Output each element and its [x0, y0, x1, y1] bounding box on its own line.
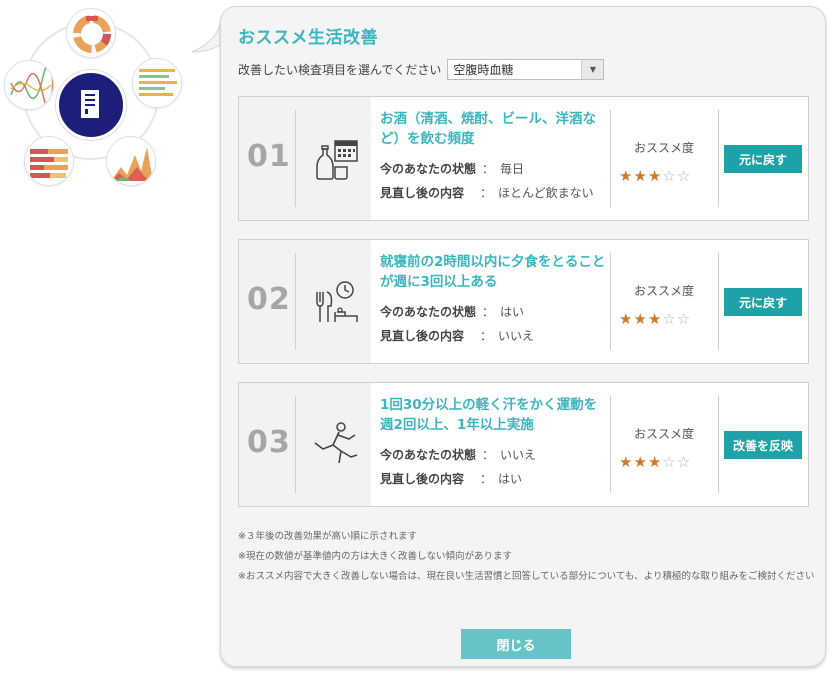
- current-state-line: 今のあなたの状態 ： いいえ: [380, 446, 536, 463]
- recommend-stars: ★★★☆☆: [619, 167, 691, 185]
- card-title: お酒（清酒、焼酎、ビール、洋酒など）を飲む頻度: [380, 111, 596, 147]
- select-label: 改善したい検査項目を選んでください: [238, 63, 442, 77]
- star-filled-icon: ★: [619, 167, 634, 185]
- recommend-label: おススメ度: [633, 284, 694, 298]
- running-icon: [314, 422, 358, 464]
- recommendation-card-01: 01 お酒（清酒、焼酎、ビール、洋酒など）を飲む頻度 今のあなたの状態：毎日 見…: [238, 96, 809, 221]
- recommendation-card-03: 03 1回30分以上の軽く汗をかく運動を週2回以上、1年以上実施 今のあなたの状…: [238, 382, 809, 507]
- recommend-label: おススメ度: [633, 427, 694, 441]
- star-empty-icon: ☆: [662, 167, 677, 185]
- current-state-value: はい: [500, 305, 525, 319]
- notes: ※３年後の改善効果が高い順に示されます ※現在の数値が基準値内の方は大きく改善し…: [238, 527, 818, 587]
- after-review-line: 見直し後の内容 ： はい: [380, 470, 522, 487]
- star-filled-icon: ★: [633, 310, 648, 328]
- divider: [295, 396, 296, 493]
- card-number-cell: 03: [239, 383, 371, 506]
- note-line: ※３年後の改善効果が高い順に示されます: [238, 531, 417, 542]
- revert-button[interactable]: 元に戻す: [724, 145, 802, 173]
- after-review-label: 見直し後の内容: [380, 472, 465, 486]
- star-filled-icon: ★: [619, 453, 634, 471]
- after-review-value: いいえ: [498, 329, 535, 343]
- line-chart-icon: [4, 60, 54, 110]
- alcohol-calendar-icon: [316, 140, 358, 180]
- lifestyle-improvement-panel: おススメ生活改善 改善したい検査項目を選んでください 空腹時血糖 ▼ 01 お酒…: [220, 6, 826, 667]
- divider: [718, 110, 719, 207]
- divider: [295, 253, 296, 350]
- donut-chart-icon: [66, 8, 116, 58]
- select-value: 空腹時血糖: [453, 63, 514, 77]
- card-title: 1回30分以上の軽く汗をかく運動を週2回以上、1年以上実施: [380, 397, 598, 433]
- colon: ：: [480, 329, 493, 343]
- current-state-label: 今のあなたの状態: [380, 305, 477, 319]
- colon: ：: [480, 186, 493, 200]
- divider: [718, 396, 719, 493]
- document-icon: [56, 70, 126, 140]
- note-line: ※おススメ内容で大きく改善しない場合は、現在良い生活習慣と回答している部分につい…: [238, 571, 815, 582]
- bar-list-icon: [132, 58, 182, 108]
- note-line: ※現在の数値が基準値内の方は大きく改善しない傾向があります: [238, 551, 512, 562]
- close-button[interactable]: 閉じる: [461, 629, 571, 659]
- current-state-label: 今のあなたの状態: [380, 162, 477, 176]
- star-empty-icon: ☆: [676, 310, 692, 328]
- after-review-line: 見直し後の内容 ： いいえ: [380, 327, 534, 344]
- current-state-line: 今のあなたの状態 ： はい: [380, 303, 524, 320]
- chevron-down-icon[interactable]: ▼: [581, 60, 604, 79]
- test-item-select[interactable]: 空腹時血糖 ▼: [447, 59, 605, 80]
- apply-improvement-button[interactable]: 改善を反映: [724, 431, 802, 459]
- recommend-label: おススメ度: [633, 141, 694, 155]
- star-filled-icon: ★: [619, 310, 634, 328]
- star-filled-icon: ★: [647, 453, 663, 471]
- star-filled-icon: ★: [647, 310, 663, 328]
- stacked-bar-icon: [24, 136, 74, 186]
- star-filled-icon: ★: [633, 453, 648, 471]
- after-review-value: ほとんど飲まない: [498, 186, 594, 200]
- divider: [610, 253, 611, 350]
- health-data-illustration: [0, 0, 200, 200]
- star-empty-icon: ☆: [676, 167, 692, 185]
- after-review-label: 見直し後の内容: [380, 186, 465, 200]
- card-number: 01: [247, 139, 291, 174]
- current-state-label: 今のあなたの状態: [380, 448, 477, 462]
- star-empty-icon: ☆: [676, 453, 692, 471]
- divider: [718, 253, 719, 350]
- card-number: 03: [247, 425, 291, 460]
- test-item-select-row: 改善したい検査項目を選んでください 空腹時血糖 ▼: [238, 59, 605, 80]
- after-review-label: 見直し後の内容: [380, 329, 465, 343]
- current-state-value: いいえ: [500, 448, 537, 462]
- dinner-before-bed-icon: [316, 281, 358, 322]
- area-peak-chart-icon: [106, 136, 156, 186]
- card-title: 就寝前の2時間以内に夕食をとることが週に3回以上ある: [380, 254, 606, 290]
- colon: ：: [482, 305, 495, 319]
- colon: ：: [482, 162, 495, 176]
- divider: [295, 110, 296, 207]
- current-state-line: 今のあなたの状態 ： 毎日: [380, 160, 524, 177]
- star-filled-icon: ★: [633, 167, 648, 185]
- recommend-stars: ★★★☆☆: [619, 310, 691, 328]
- card-number: 02: [247, 282, 291, 317]
- revert-button[interactable]: 元に戻す: [724, 288, 802, 316]
- colon: ：: [480, 472, 493, 486]
- panel-title: おススメ生活改善: [238, 28, 378, 48]
- current-state-value: 毎日: [500, 162, 525, 176]
- colon: ：: [482, 448, 495, 462]
- divider: [610, 110, 611, 207]
- after-review-line: 見直し後の内容 ： ほとんど飲まない: [380, 184, 594, 201]
- star-filled-icon: ★: [647, 167, 663, 185]
- star-empty-icon: ☆: [662, 453, 677, 471]
- card-number-cell: 01: [239, 97, 371, 220]
- star-empty-icon: ☆: [662, 310, 677, 328]
- recommend-stars: ★★★☆☆: [619, 453, 691, 471]
- divider: [610, 396, 611, 493]
- recommendation-card-02: 02 就寝前の2時間以内に夕食をとることが週に3回以上ある 今のあなたの状態：は…: [238, 239, 809, 364]
- card-number-cell: 02: [239, 240, 371, 363]
- after-review-value: はい: [498, 472, 523, 486]
